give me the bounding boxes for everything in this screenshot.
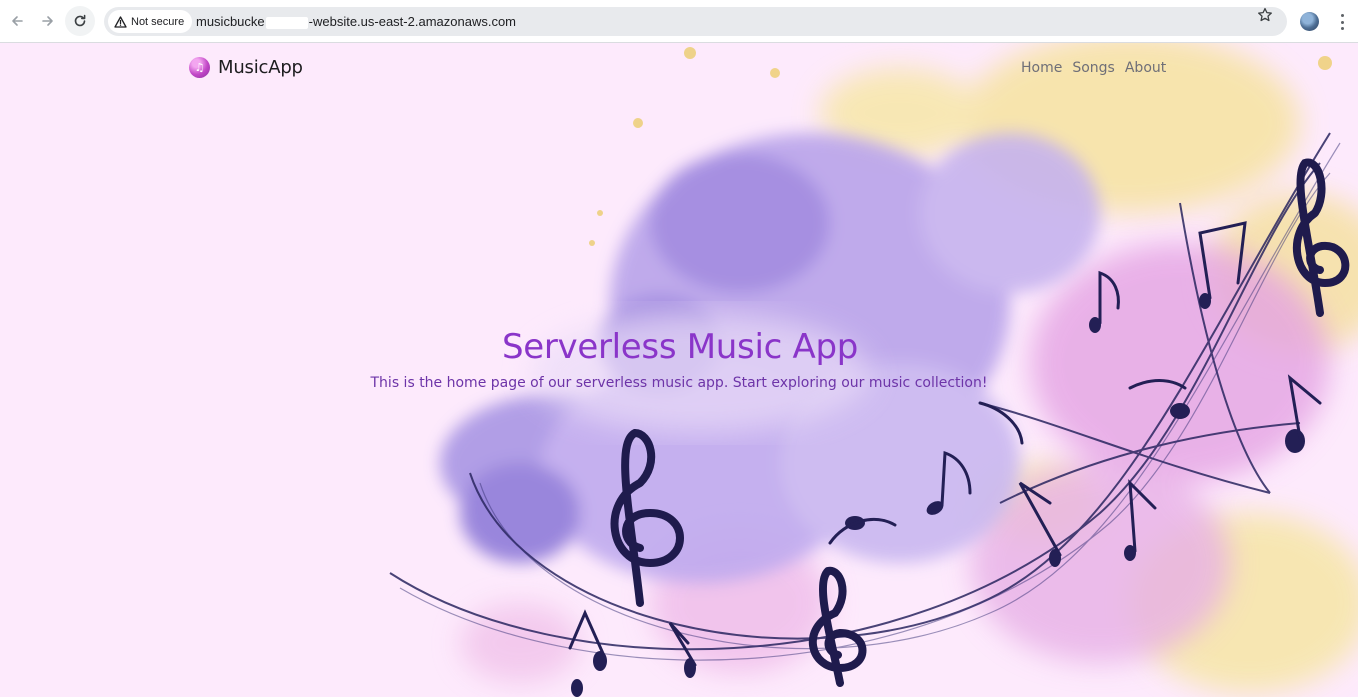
- nav-link-about[interactable]: About: [1125, 60, 1166, 76]
- reload-button[interactable]: [65, 6, 95, 36]
- nav-link-home[interactable]: Home: [1021, 60, 1062, 76]
- reload-icon: [74, 14, 86, 27]
- bookmark-star-icon[interactable]: [1255, 7, 1275, 23]
- back-button[interactable]: [2, 6, 32, 36]
- arrow-right-icon: [42, 16, 53, 26]
- hero-subtitle: This is the home page of our serverless …: [370, 375, 988, 391]
- hero-title: Serverless Music App: [501, 327, 859, 367]
- arrow-left-icon: [12, 16, 23, 26]
- app-navbar: ♫ MusicApp Home Songs About: [0, 43, 1358, 95]
- url-prefix: musicbucke: [196, 14, 265, 29]
- warning-triangle-icon: [114, 15, 127, 28]
- brand-link[interactable]: ♫ MusicApp: [189, 57, 303, 78]
- nav-link-songs[interactable]: Songs: [1072, 60, 1115, 76]
- browser-toolbar: Not secure musicbucke -website.us-east-2.…: [0, 0, 1358, 43]
- profile-avatar[interactable]: [1300, 12, 1319, 31]
- redacted-region: [265, 16, 308, 29]
- page-viewport: ♫ MusicApp Home Songs About Serverless M…: [0, 43, 1358, 697]
- url-text[interactable]: musicbucke -website.us-east-2.amazonaws.c…: [196, 14, 516, 29]
- hero-section: Serverless Music App This is the home pa…: [0, 327, 1358, 391]
- nav-links: Home Songs About: [1021, 60, 1166, 76]
- security-label: Not secure: [131, 15, 185, 28]
- brand-name: MusicApp: [218, 57, 303, 78]
- kebab-menu-icon[interactable]: [1334, 12, 1350, 32]
- forward-button[interactable]: [33, 6, 63, 36]
- music-note-icon: ♫: [189, 57, 210, 78]
- security-indicator[interactable]: Not secure: [108, 10, 193, 33]
- address-bar[interactable]: Not secure musicbucke -website.us-east-2.…: [104, 7, 1287, 36]
- url-suffix: -website.us-east-2.amazonaws.com: [308, 14, 516, 29]
